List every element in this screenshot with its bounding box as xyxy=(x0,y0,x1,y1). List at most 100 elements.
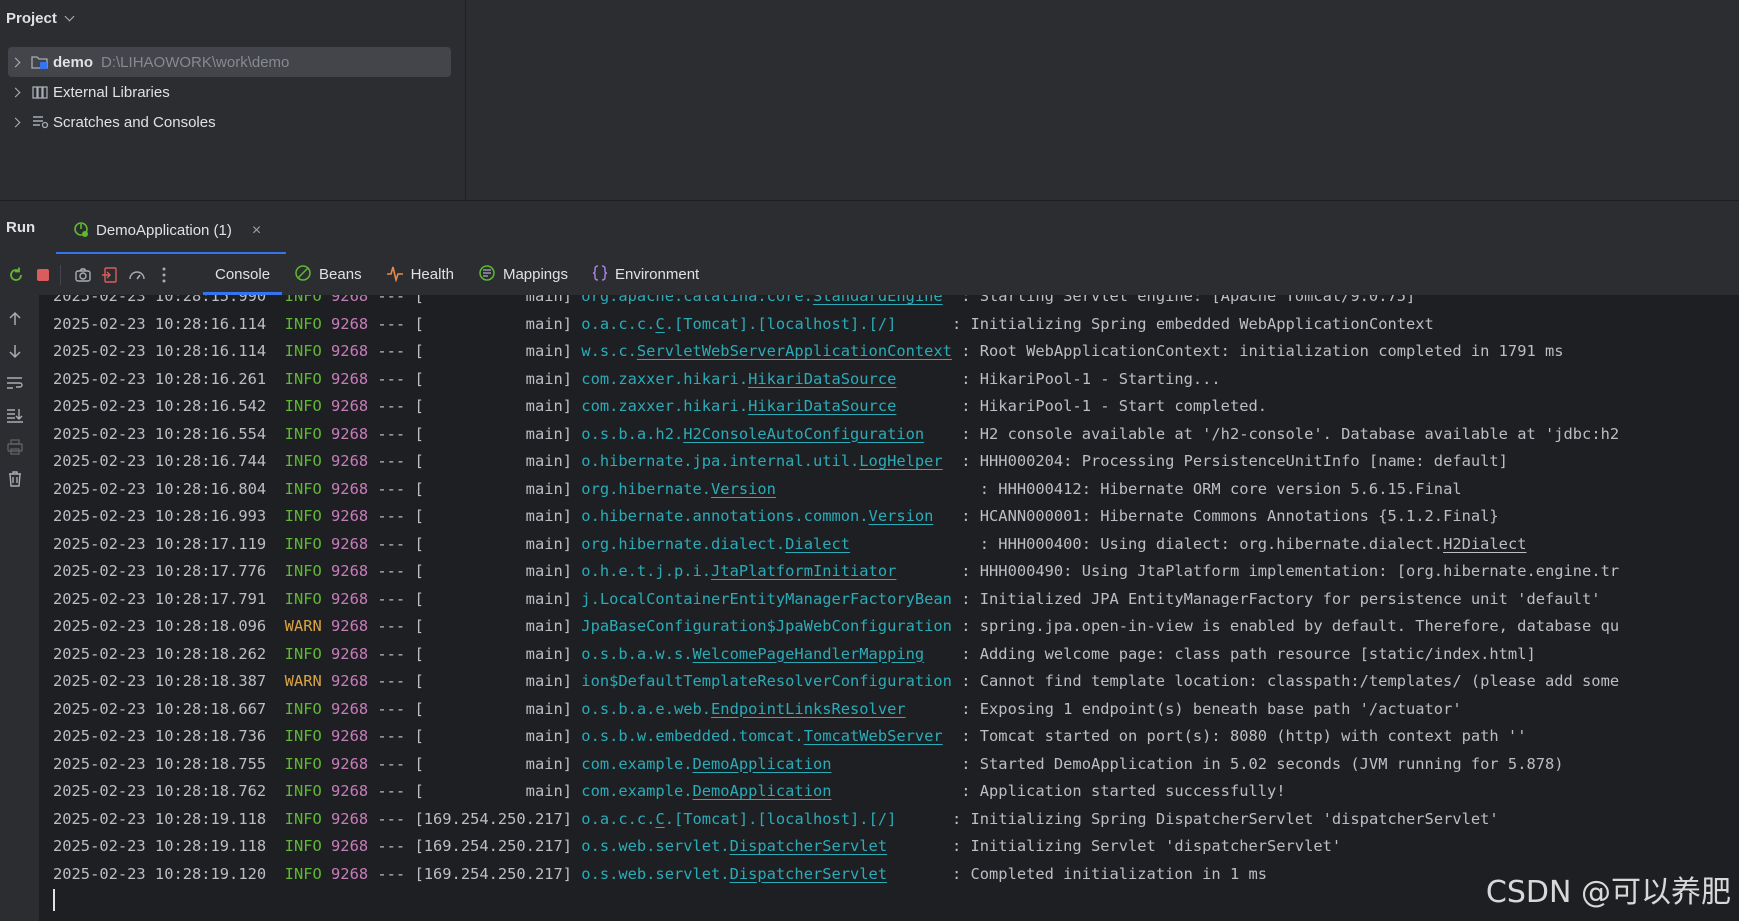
chevron-right-icon[interactable] xyxy=(10,117,21,127)
tab-health[interactable]: Health xyxy=(374,254,466,295)
log-logger-link[interactable]: HikariDataSource xyxy=(748,370,896,388)
log-thread: [ main] xyxy=(414,369,573,388)
log-thread: [ main] xyxy=(414,727,573,745)
log-separator: --- xyxy=(377,479,406,498)
clear-icon[interactable] xyxy=(5,469,25,489)
log-logger-link[interactable]: StandardEngine xyxy=(813,295,943,305)
log-pid: 9268 xyxy=(331,617,369,635)
log-logger-link[interactable]: C xyxy=(655,315,664,333)
library-icon xyxy=(31,83,49,101)
log-message-link[interactable]: H2Dialect xyxy=(1443,535,1526,553)
log-line: 2025-02-23 10:28:16.804 INFO 9268 --- [ … xyxy=(53,476,1739,504)
log-timestamp: 2025-02-23 10:28:18.387 xyxy=(53,672,267,690)
log-pid: 9268 xyxy=(331,864,369,883)
log-padding xyxy=(952,342,961,360)
log-padding xyxy=(896,397,961,415)
log-message: : Adding welcome page: class path resour… xyxy=(961,644,1536,663)
log-separator: --- xyxy=(377,727,406,745)
log-level: INFO xyxy=(284,507,322,525)
beans-icon xyxy=(294,264,312,286)
log-separator: --- xyxy=(377,295,406,305)
log-message: : Initializing Spring DispatcherServlet … xyxy=(951,809,1499,828)
log-line: 2025-02-23 10:28:18.667 INFO 9268 --- [ … xyxy=(53,696,1739,724)
tree-item-scratches[interactable]: Scratches and Consoles xyxy=(8,107,451,137)
log-logger: o.hibernate.jpa.internal.util. xyxy=(581,452,860,470)
scroll-up-icon[interactable] xyxy=(5,309,25,329)
print-icon[interactable] xyxy=(5,437,25,457)
log-logger-link[interactable]: C xyxy=(655,810,664,828)
log-message: : spring.jpa.open-in-view is enabled by … xyxy=(961,617,1620,635)
log-padding xyxy=(943,452,962,470)
log-separator: --- xyxy=(377,837,406,855)
environment-icon xyxy=(592,264,608,286)
log-separator: --- xyxy=(377,589,406,608)
log-logger-link[interactable]: TomcatWebServer xyxy=(804,727,943,745)
log-pid: 9268 xyxy=(331,644,369,663)
log-line: 2025-02-23 10:28:16.744 INFO 9268 --- [ … xyxy=(53,448,1739,476)
log-logger-link[interactable]: ServletWebServerApplicationContext xyxy=(637,342,952,360)
log-pid: 9268 xyxy=(331,672,369,690)
log-separator: --- xyxy=(377,452,406,470)
log-level: INFO xyxy=(284,452,322,470)
tree-item-external-libraries[interactable]: External Libraries xyxy=(8,77,451,107)
performance-icon[interactable] xyxy=(126,264,148,286)
log-logger-link[interactable]: HikariDataSource xyxy=(748,397,896,415)
log-timestamp: 2025-02-23 10:28:16.542 xyxy=(53,397,267,415)
tab-demo-application[interactable]: DemoApplication (1) × xyxy=(56,209,286,255)
log-pid: 9268 xyxy=(331,754,369,773)
log-logger-link[interactable]: EndpointLinksResolver xyxy=(711,700,906,718)
log-logger-link[interactable]: DemoApplication xyxy=(693,782,832,800)
tab-environment[interactable]: Environment xyxy=(580,254,711,295)
soft-wrap-icon[interactable] xyxy=(5,373,25,393)
log-line: 2025-02-23 10:28:18.387 WARN 9268 --- [ … xyxy=(53,668,1739,696)
log-logger-link[interactable]: Dialect xyxy=(785,535,850,553)
more-icon[interactable] xyxy=(153,264,175,286)
tab-mappings[interactable]: Mappings xyxy=(466,254,580,295)
log-logger-link[interactable]: JtaPlatformInitiator xyxy=(711,562,896,580)
log-logger-link[interactable]: DispatcherServlet xyxy=(730,837,888,855)
log-logger-link[interactable]: WelcomePageHandlerMapping xyxy=(693,645,925,663)
scroll-to-end-icon[interactable] xyxy=(5,405,25,425)
log-thread: [169.254.250.217] xyxy=(414,837,573,855)
log-thread: [ main] xyxy=(414,295,573,305)
log-logger-link[interactable]: DispatcherServlet xyxy=(730,865,888,883)
close-icon[interactable]: × xyxy=(252,222,261,240)
log-timestamp: 2025-02-23 10:28:16.261 xyxy=(53,369,267,388)
log-padding xyxy=(850,535,980,553)
log-logger-link[interactable]: H2ConsoleAutoConfiguration xyxy=(683,425,924,443)
log-pid: 9268 xyxy=(331,727,369,745)
log-logger-link[interactable]: LogHelper xyxy=(859,452,942,470)
stop-icon[interactable] xyxy=(32,264,54,286)
tab-label: Environment xyxy=(615,266,700,283)
scroll-down-icon[interactable] xyxy=(5,341,25,361)
log-logger-link[interactable]: DemoApplication xyxy=(693,755,832,773)
log-timestamp: 2025-02-23 10:28:19.118 xyxy=(53,837,267,855)
camera-icon[interactable] xyxy=(72,264,94,286)
log-pid: 9268 xyxy=(331,342,369,360)
project-view-selector[interactable]: Project xyxy=(6,8,75,28)
tab-beans[interactable]: Beans xyxy=(282,254,374,295)
log-message: : HHH000412: Hibernate ORM core version … xyxy=(979,479,1462,498)
log-padding xyxy=(887,865,952,883)
log-message: : HikariPool-1 - Starting... xyxy=(961,369,1221,388)
chevron-right-icon[interactable] xyxy=(10,87,21,97)
log-level: INFO xyxy=(284,342,322,360)
log-message: : HCANN000001: Hibernate Commons Annotat… xyxy=(961,507,1499,525)
tab-console[interactable]: Console xyxy=(203,254,283,295)
log-logger-link[interactable]: Version xyxy=(869,507,934,525)
tree-item-path: D:\LIHAOWORK\work\demo xyxy=(101,53,290,71)
log-thread: [169.254.250.217] xyxy=(414,864,573,883)
log-line: 2025-02-23 10:28:15.990 INFO 9268 --- [ … xyxy=(53,295,1739,311)
log-message: : HHH000490: Using JtaPlatform implement… xyxy=(961,562,1620,580)
console-output[interactable]: 2025-02-23 10:28:15.990 INFO 9268 --- [ … xyxy=(0,295,1739,921)
log-logger-link[interactable]: Version xyxy=(711,480,776,498)
log-line: 2025-02-23 10:28:17.119 INFO 9268 --- [ … xyxy=(53,531,1739,559)
rerun-icon[interactable] xyxy=(5,264,27,286)
log-timestamp: 2025-02-23 10:28:18.736 xyxy=(53,727,267,745)
exit-icon[interactable] xyxy=(99,264,121,286)
log-padding xyxy=(776,480,980,498)
chevron-right-icon[interactable] xyxy=(10,57,21,67)
log-timestamp: 2025-02-23 10:28:18.096 xyxy=(53,617,267,635)
log-separator: --- xyxy=(377,864,406,883)
tree-item-demo[interactable]: demo D:\LIHAOWORK\work\demo xyxy=(8,47,451,77)
